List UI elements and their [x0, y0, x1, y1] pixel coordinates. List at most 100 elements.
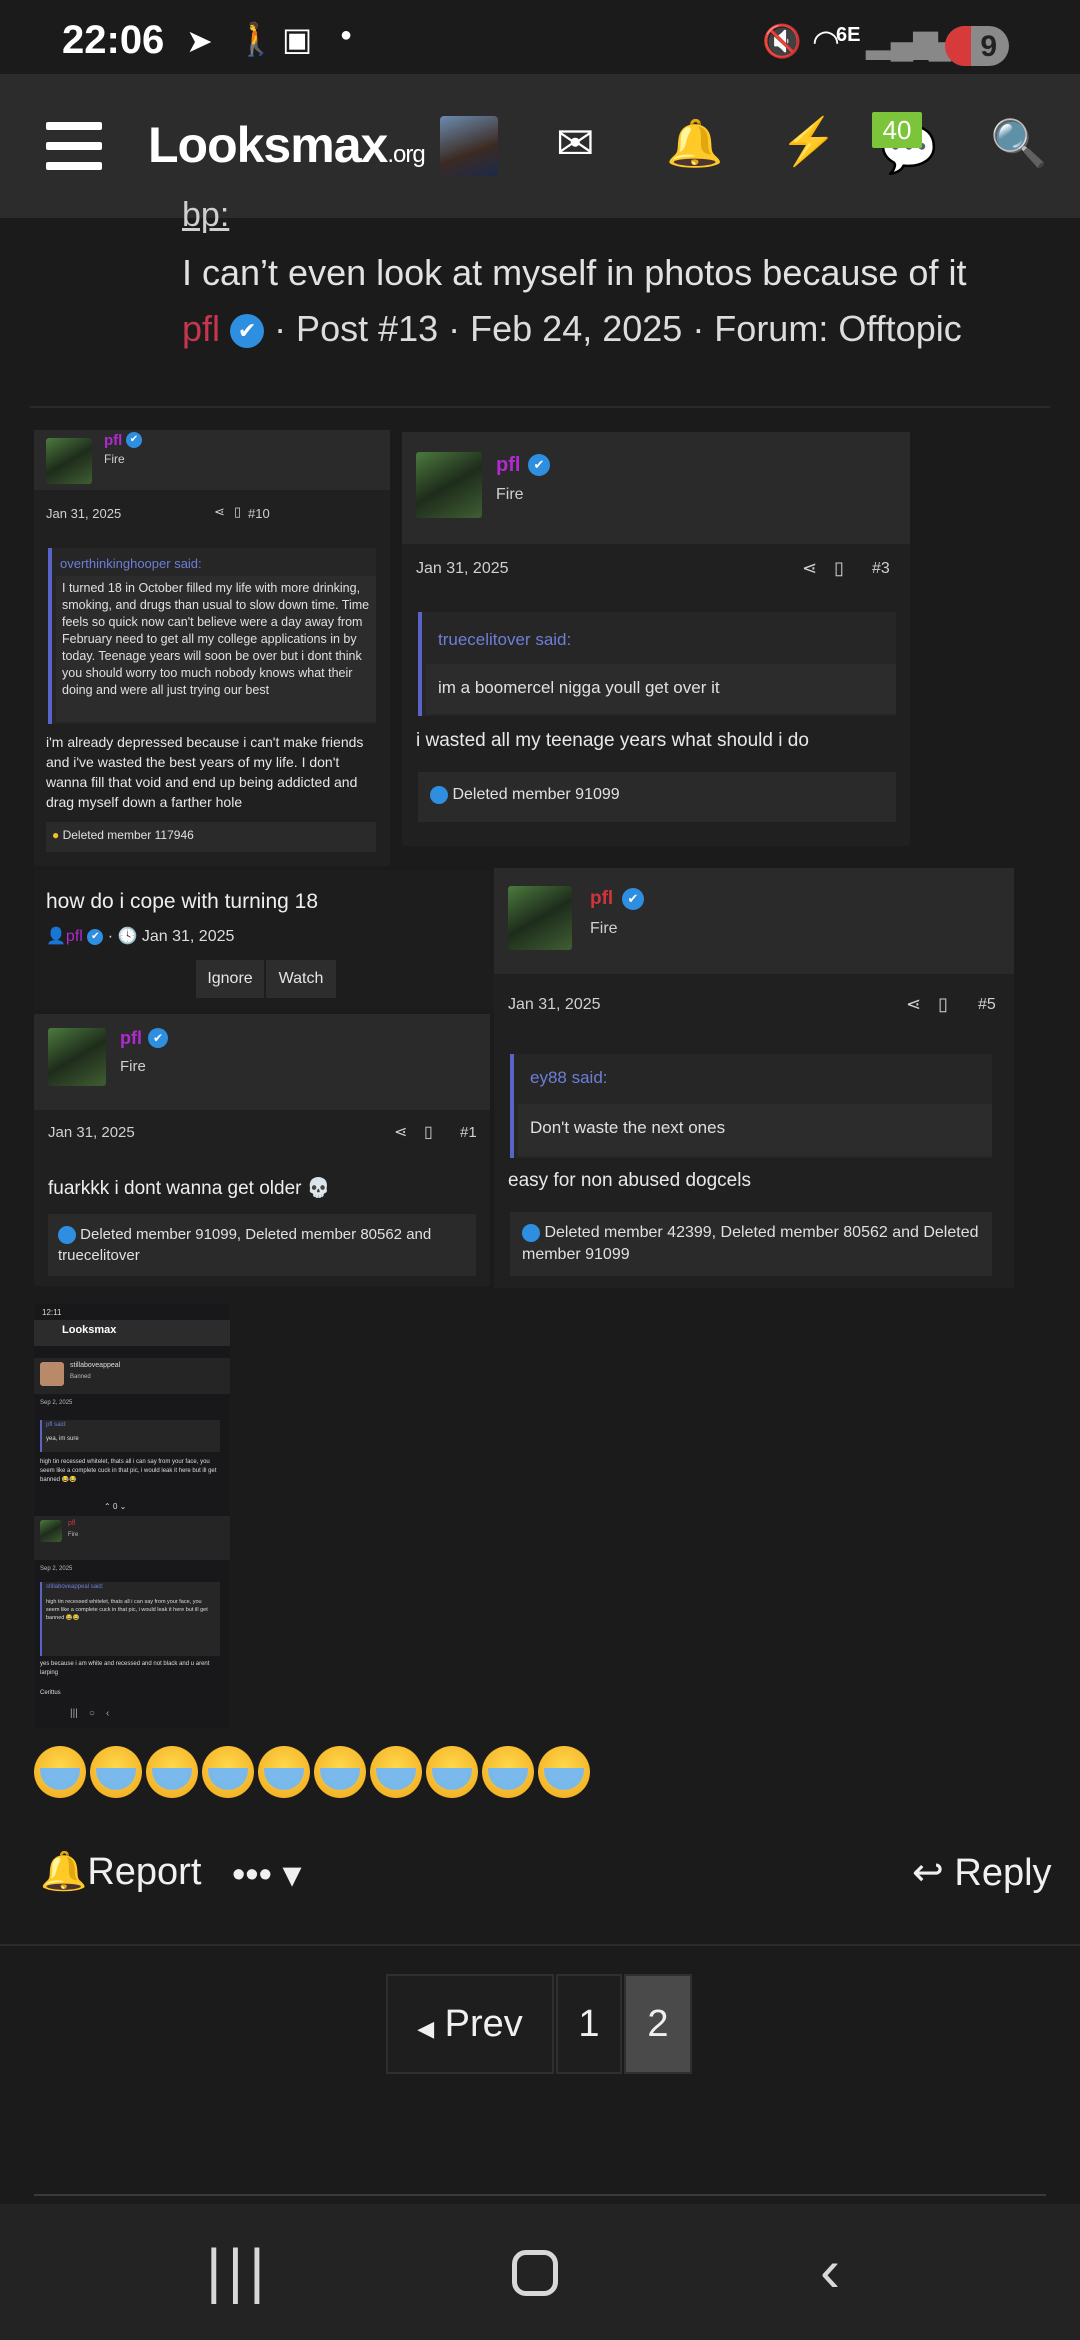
thread-meta: 👤pfl ✔ · 🕓 Jan 31, 2025	[46, 928, 235, 945]
embedded-post-card: pfl ✔ Fire Jan 31, 2025 ⋖ ▯ #1 fuarkkk i…	[34, 1014, 490, 1286]
verified-icon: ✔	[126, 432, 142, 448]
share-icon: ⋖	[802, 558, 818, 578]
user-avatar	[46, 438, 92, 484]
mini-votes: 0	[112, 1502, 118, 1511]
username: pfl	[104, 432, 123, 449]
mute-icon: 🔇	[762, 23, 802, 59]
mini-date1: Sep 2, 2025	[40, 1400, 73, 1406]
mini-clock: 12:11	[42, 1308, 62, 1317]
home-button[interactable]	[512, 2250, 558, 2296]
post-meta-text: · Post #13 · Feb 24, 2025 · Forum: Offto…	[274, 308, 962, 349]
verified-icon: ✔	[148, 1028, 168, 1048]
user-rank: Fire	[496, 486, 524, 503]
mini-user2: pfl	[68, 1520, 76, 1527]
mini-quote1-body: yea, im sure	[46, 1436, 79, 1442]
reply-arrow-icon: ↩	[912, 1852, 944, 1894]
bell-icon: 🔔	[40, 1851, 88, 1893]
post-body: fuarkkk i dont wanna get older 💀	[48, 1178, 331, 1199]
status-clock: 22:06	[62, 18, 165, 62]
menu-button[interactable]	[46, 122, 102, 170]
mini-user1: stillaboveappeal	[70, 1362, 121, 1369]
mini-quote2-author: stillaboveappeal said:	[46, 1584, 104, 1590]
verified-icon: ✔	[622, 888, 644, 910]
verified-icon: ✔	[87, 928, 104, 945]
pagination-page-1[interactable]: 1	[556, 1974, 622, 2074]
post-label: bp:	[182, 196, 230, 234]
crying-laughing-emoji-icon	[202, 1746, 254, 1798]
ignore-button[interactable]: Ignore	[196, 960, 264, 998]
site-logo[interactable]: Looksmax.org	[148, 116, 426, 174]
embedded-phone-screenshot: 12:11 Looksmax stillaboveappeal Banned S…	[34, 1304, 230, 1728]
reaction-bar: Deleted member 42399, Deleted member 805…	[510, 1212, 992, 1276]
post-date: Jan 31, 2025	[416, 560, 509, 577]
bookmark-icon: ▯	[424, 1124, 433, 1141]
network-type: 6E	[836, 24, 861, 46]
reaction-bar: ● Deleted member 117946	[46, 822, 376, 852]
user-rank: Fire	[120, 1058, 146, 1075]
share-icon: ⋖	[906, 994, 922, 1014]
report-button[interactable]: 🔔Report	[40, 1850, 201, 1894]
post-author-link[interactable]: pfl	[182, 308, 220, 349]
crying-laughing-emoji-icon	[482, 1746, 534, 1798]
pagination-prev-button[interactable]: ◀ Prev	[386, 1974, 554, 2074]
mini-rank1: Banned	[70, 1374, 91, 1380]
reply-button[interactable]: ↩ Reply	[912, 1850, 1052, 1895]
thread-author: pfl	[65, 928, 83, 945]
crying-laughing-emoji-icon	[426, 1746, 478, 1798]
thread-date: Jan 31, 2025	[141, 928, 235, 945]
mail-icon[interactable]: ✉	[556, 116, 595, 170]
post-number: #10	[248, 506, 270, 521]
user-rank: Fire	[590, 920, 618, 937]
post-title: I can’t even look at myself in photos be…	[182, 252, 967, 293]
verified-icon: ✔	[230, 314, 265, 349]
quote-author: ey88 said:	[530, 1068, 608, 1087]
thread-title: how do i cope with turning 18	[46, 890, 319, 913]
share-icon: ⋖	[214, 504, 225, 519]
mini-quote2-body: high tin recessed whitelet, thats all i …	[46, 1599, 208, 1621]
bell-icon[interactable]: 🔔	[666, 116, 723, 171]
username: pfl	[120, 1028, 142, 1048]
pagination-page-2[interactable]: 2	[624, 1974, 692, 2074]
like-icon	[58, 1226, 76, 1245]
chevron-left-icon: ◀	[417, 2016, 435, 2041]
mini-quote1-author: pfl said:	[46, 1422, 67, 1428]
clock-icon: 🕓	[117, 928, 138, 945]
post-date: Jan 31, 2025	[46, 506, 122, 521]
watch-button[interactable]: Watch	[266, 960, 336, 998]
quote-author: truecelitover said:	[438, 630, 572, 649]
notification-dot-icon: ●	[340, 24, 353, 46]
more-options-button[interactable]: ••• ▾	[232, 1852, 302, 1897]
quote-block: overthinkinghooper said: I turned 18 in …	[48, 548, 376, 724]
embedded-post-card: pfl ✔ Fire Jan 31, 2025 ⋖ ▯ #10 overthin…	[34, 430, 390, 866]
embedded-post-card: pfl ✔ Fire Jan 31, 2025 ⋖ ▯ #3 truecelit…	[402, 432, 910, 846]
skull-emoji-icon: 💀	[306, 1178, 331, 1199]
user-icon: 👤	[46, 928, 66, 945]
divider	[30, 406, 1050, 408]
username: pfl	[496, 454, 521, 476]
reaction-users: Deleted member 91099	[452, 786, 620, 804]
user-rank: Fire	[104, 452, 125, 466]
post-date: Jan 31, 2025	[508, 996, 601, 1013]
quote-author: overthinkinghooper said:	[60, 556, 202, 571]
bookmark-icon: ▯	[834, 558, 844, 578]
account-avatar[interactable]	[440, 116, 498, 176]
crying-laughing-emoji-icon	[538, 1746, 590, 1798]
user-avatar	[508, 886, 572, 950]
lightning-icon[interactable]: ⚡	[780, 114, 837, 169]
mini-reactions2: Cerittus	[40, 1690, 61, 1696]
post-body: i wasted all my teenage years what shoul…	[416, 730, 809, 751]
reaction-users: Deleted member 42399, Deleted member 805…	[522, 1224, 979, 1263]
crying-laughing-emoji-icon	[258, 1746, 310, 1798]
recent-apps-button[interactable]: |||	[206, 2236, 271, 2305]
reaction-users: Deleted member 117946	[62, 828, 194, 842]
username: pfl	[590, 888, 614, 909]
crying-laughing-emoji-icon	[34, 1746, 86, 1798]
crying-laughing-emoji-icon	[370, 1746, 422, 1798]
search-icon[interactable]: 🔍	[990, 116, 1047, 171]
unread-badge: 40	[872, 112, 922, 148]
back-button[interactable]: ‹	[820, 2236, 840, 2305]
mini-rank2: Fire	[68, 1532, 79, 1538]
bookmark-icon: ▯	[938, 994, 948, 1014]
post-number: #1	[460, 1124, 477, 1141]
share-icon: ⋖	[394, 1124, 408, 1141]
